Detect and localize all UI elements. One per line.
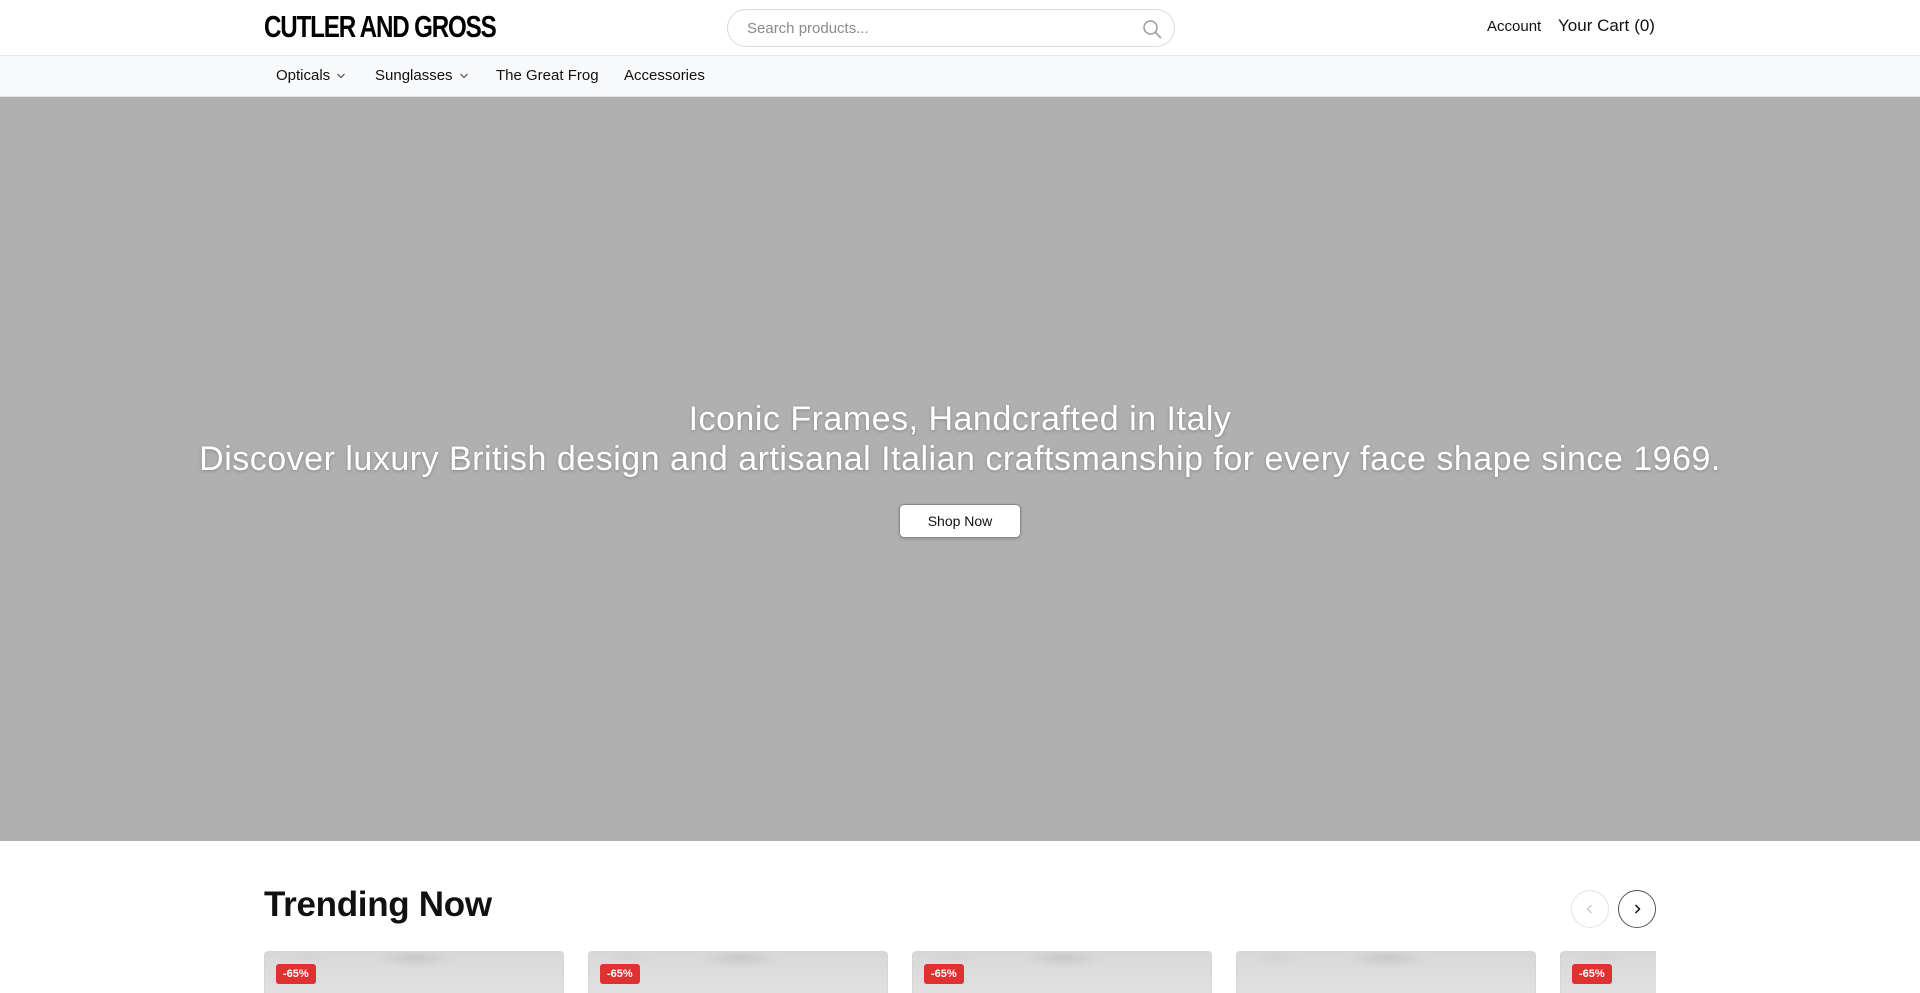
- nav-item-label: Accessories: [624, 67, 705, 84]
- product-card[interactable]: -65%: [1560, 951, 1656, 993]
- category-nav: Opticals Sunglasses The Great Frog Acces…: [0, 56, 1920, 97]
- brand-logo[interactable]: CUTLER AND GROSS: [264, 9, 497, 44]
- cart-count: (0): [1634, 16, 1655, 35]
- chevron-right-icon: [1634, 904, 1641, 914]
- nav-item-label: The Great Frog: [496, 67, 599, 84]
- nav-item-label: Sunglasses: [375, 67, 453, 84]
- search-bar[interactable]: [727, 9, 1175, 47]
- discount-badge: -65%: [924, 964, 964, 984]
- nav-item-opticals[interactable]: Opticals: [276, 67, 346, 84]
- nav-item-the-great-frog[interactable]: The Great Frog: [496, 67, 599, 84]
- search-input[interactable]: [745, 13, 1125, 43]
- product-card[interactable]: [1236, 951, 1536, 993]
- product-card[interactable]: -65%: [912, 951, 1212, 993]
- carousel-next-button[interactable]: [1618, 890, 1656, 928]
- hero-title: Iconic Frames, Handcrafted in Italy: [688, 400, 1232, 438]
- nav-item-label: Opticals: [276, 67, 331, 84]
- shop-now-button[interactable]: Shop Now: [899, 504, 1021, 538]
- search-icon[interactable]: [1142, 19, 1162, 39]
- product-card[interactable]: -65%: [264, 951, 564, 993]
- trending-title: Trending Now: [264, 885, 492, 924]
- discount-badge: -65%: [276, 964, 316, 984]
- nav-item-sunglasses[interactable]: Sunglasses: [375, 67, 469, 84]
- carousel-prev-button[interactable]: [1571, 890, 1609, 928]
- account-link[interactable]: Account: [1487, 18, 1541, 35]
- discount-badge: -65%: [1572, 964, 1612, 984]
- chevron-down-icon: [337, 73, 346, 78]
- site-header: CUTLER AND GROSS Account Your Cart (0): [0, 0, 1920, 56]
- discount-badge: -65%: [600, 964, 640, 984]
- cart-label: Your Cart: [1558, 16, 1630, 35]
- cart-link[interactable]: Your Cart (0): [1558, 16, 1655, 36]
- hero-subtitle: Discover luxury British design and artis…: [199, 440, 1721, 478]
- product-carousel: -65% -65% -65% -65%: [264, 951, 1656, 993]
- nav-item-accessories[interactable]: Accessories: [624, 67, 705, 84]
- chevron-left-icon: [1586, 904, 1592, 914]
- hero-banner: Iconic Frames, Handcrafted in Italy Disc…: [0, 97, 1920, 841]
- product-card[interactable]: -65%: [588, 951, 888, 993]
- chevron-down-icon: [459, 73, 468, 78]
